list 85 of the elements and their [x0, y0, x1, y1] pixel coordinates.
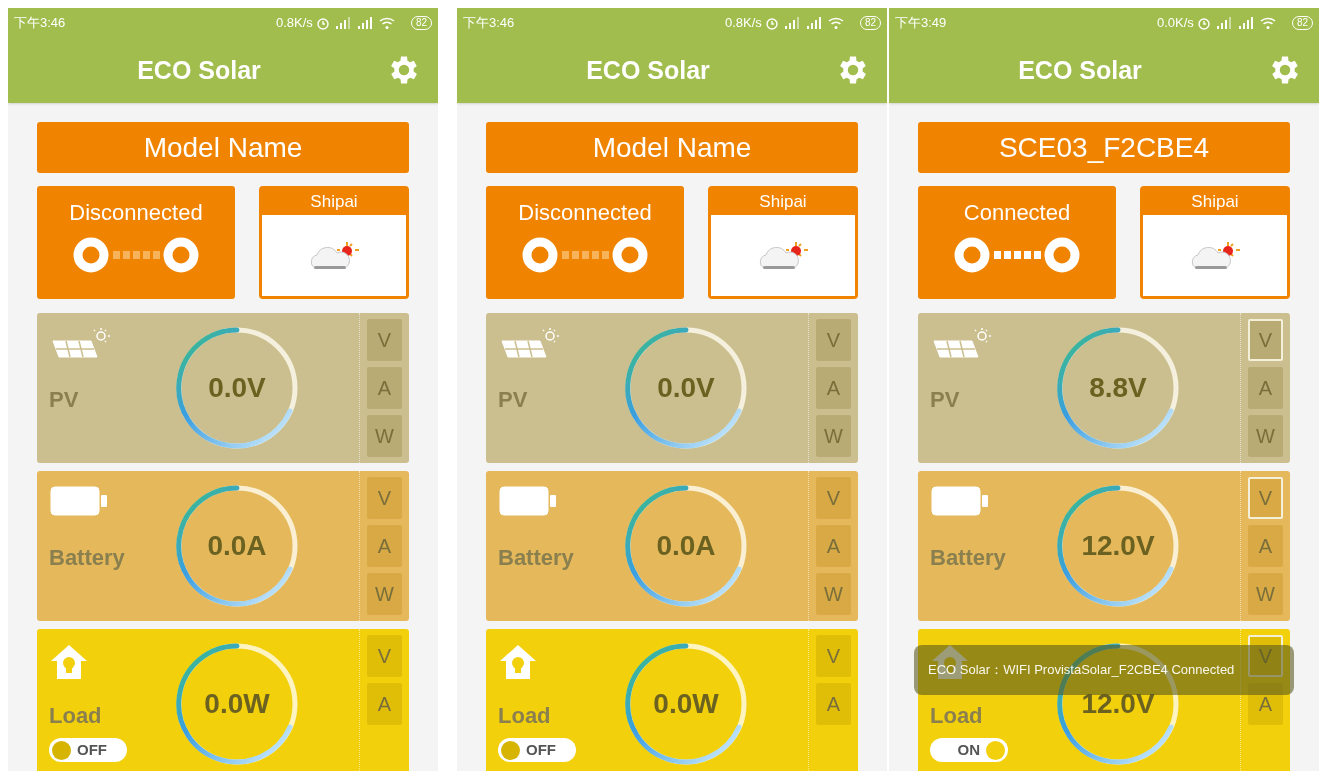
solar-panel-icon [930, 327, 992, 361]
meter-reading: 0.0W [204, 687, 270, 721]
network-speed: 0.8K/s [725, 14, 762, 33]
unit-toggle[interactable]: V [816, 635, 851, 677]
unit-toggle[interactable]: V [367, 635, 402, 677]
weather-city: Shipai [1190, 191, 1240, 213]
status-time: 下午3:49 [895, 14, 947, 33]
unit-toggle[interactable]: V [816, 477, 851, 519]
meter-reading: 0.0W [653, 687, 719, 721]
alarm-icon [766, 18, 778, 30]
weather-city: Shipai [309, 191, 359, 213]
connection-link-icon [954, 237, 1080, 273]
signal-icon [335, 17, 350, 29]
meter-label: PV [49, 386, 80, 414]
meter-reading: 0.0V [208, 371, 266, 405]
signal-icon [357, 17, 372, 29]
meter-label: Battery [49, 544, 126, 572]
solar-panel-icon [49, 327, 111, 361]
wifi-icon [1260, 17, 1276, 29]
status-time: 下午3:46 [14, 14, 66, 33]
meter-reading: 0.0A [207, 529, 267, 563]
load-switch[interactable]: OFF [498, 738, 576, 762]
unit-toggle[interactable]: A [1248, 525, 1283, 567]
meter-label: Battery [930, 544, 1007, 572]
unit-toggle[interactable]: A [816, 683, 851, 725]
unit-toggle[interactable]: W [1248, 415, 1283, 457]
solar-panel-icon [498, 327, 560, 361]
app-title: ECO Solar [586, 54, 711, 86]
wifi-icon [828, 17, 844, 29]
meter-reading: 12.0V [1081, 529, 1155, 563]
unit-toggle[interactable]: A [816, 367, 851, 409]
signal-icon [806, 17, 821, 29]
house-bulb-icon [49, 643, 89, 681]
unit-toggle[interactable]: V [816, 319, 851, 361]
battery-icon [930, 485, 990, 517]
meter-label: Load [930, 702, 984, 730]
unit-toggle[interactable]: A [1248, 367, 1283, 409]
signal-icon [1216, 17, 1231, 29]
meter-label: PV [930, 386, 961, 414]
status-time: 下午3:46 [463, 14, 515, 33]
unit-toggle[interactable]: A [367, 525, 402, 567]
connection-status: Connected [963, 199, 1071, 227]
house-bulb-icon [498, 643, 538, 681]
wifi-icon [379, 17, 395, 29]
signal-icon [784, 17, 799, 29]
meter-label: Load [49, 702, 103, 730]
battery-icon [49, 485, 109, 517]
meter-reading: 0.0A [656, 529, 716, 563]
meter-label: Load [498, 702, 552, 730]
model-name-banner: Model Name [486, 122, 858, 173]
unit-toggle[interactable]: A [1248, 683, 1283, 725]
meter-label: Battery [498, 544, 575, 572]
unit-toggle[interactable]: W [816, 573, 851, 615]
unit-toggle[interactable]: W [367, 573, 402, 615]
unit-toggle[interactable]: W [1248, 573, 1283, 615]
meter-label: PV [498, 386, 529, 414]
battery-icon [498, 485, 558, 517]
connection-status: Disconnected [518, 199, 652, 227]
alarm-icon [1198, 18, 1210, 30]
model-name-banner: SCE03_F2CBE4 [918, 122, 1290, 173]
weather-city: Shipai [758, 191, 808, 213]
unit-toggle[interactable]: V [1248, 477, 1283, 519]
app-title: ECO Solar [137, 54, 262, 86]
app-title: ECO Solar [1018, 54, 1143, 86]
unit-toggle[interactable]: A [367, 367, 402, 409]
connection-link-icon [73, 237, 199, 273]
load-switch[interactable]: OFF [49, 738, 127, 762]
connection-link-icon [522, 237, 648, 273]
alarm-icon [317, 18, 329, 30]
unit-toggle[interactable]: W [816, 415, 851, 457]
meter-reading: 8.8V [1089, 371, 1147, 405]
connection-status: Disconnected [69, 199, 203, 227]
load-switch[interactable]: ON [930, 738, 1008, 762]
network-speed: 0.8K/s [276, 14, 313, 33]
unit-toggle[interactable]: V [367, 319, 402, 361]
unit-toggle[interactable]: W [367, 415, 402, 457]
meter-reading: 12.0V [1081, 687, 1155, 721]
meter-reading: 0.0V [657, 371, 715, 405]
model-name-banner: Model Name [37, 122, 409, 173]
unit-toggle[interactable]: A [367, 683, 402, 725]
unit-toggle[interactable]: V [1248, 319, 1283, 361]
unit-toggle[interactable]: A [816, 525, 851, 567]
signal-icon [1238, 17, 1253, 29]
network-speed: 0.0K/s [1157, 14, 1194, 33]
unit-toggle[interactable]: V [367, 477, 402, 519]
